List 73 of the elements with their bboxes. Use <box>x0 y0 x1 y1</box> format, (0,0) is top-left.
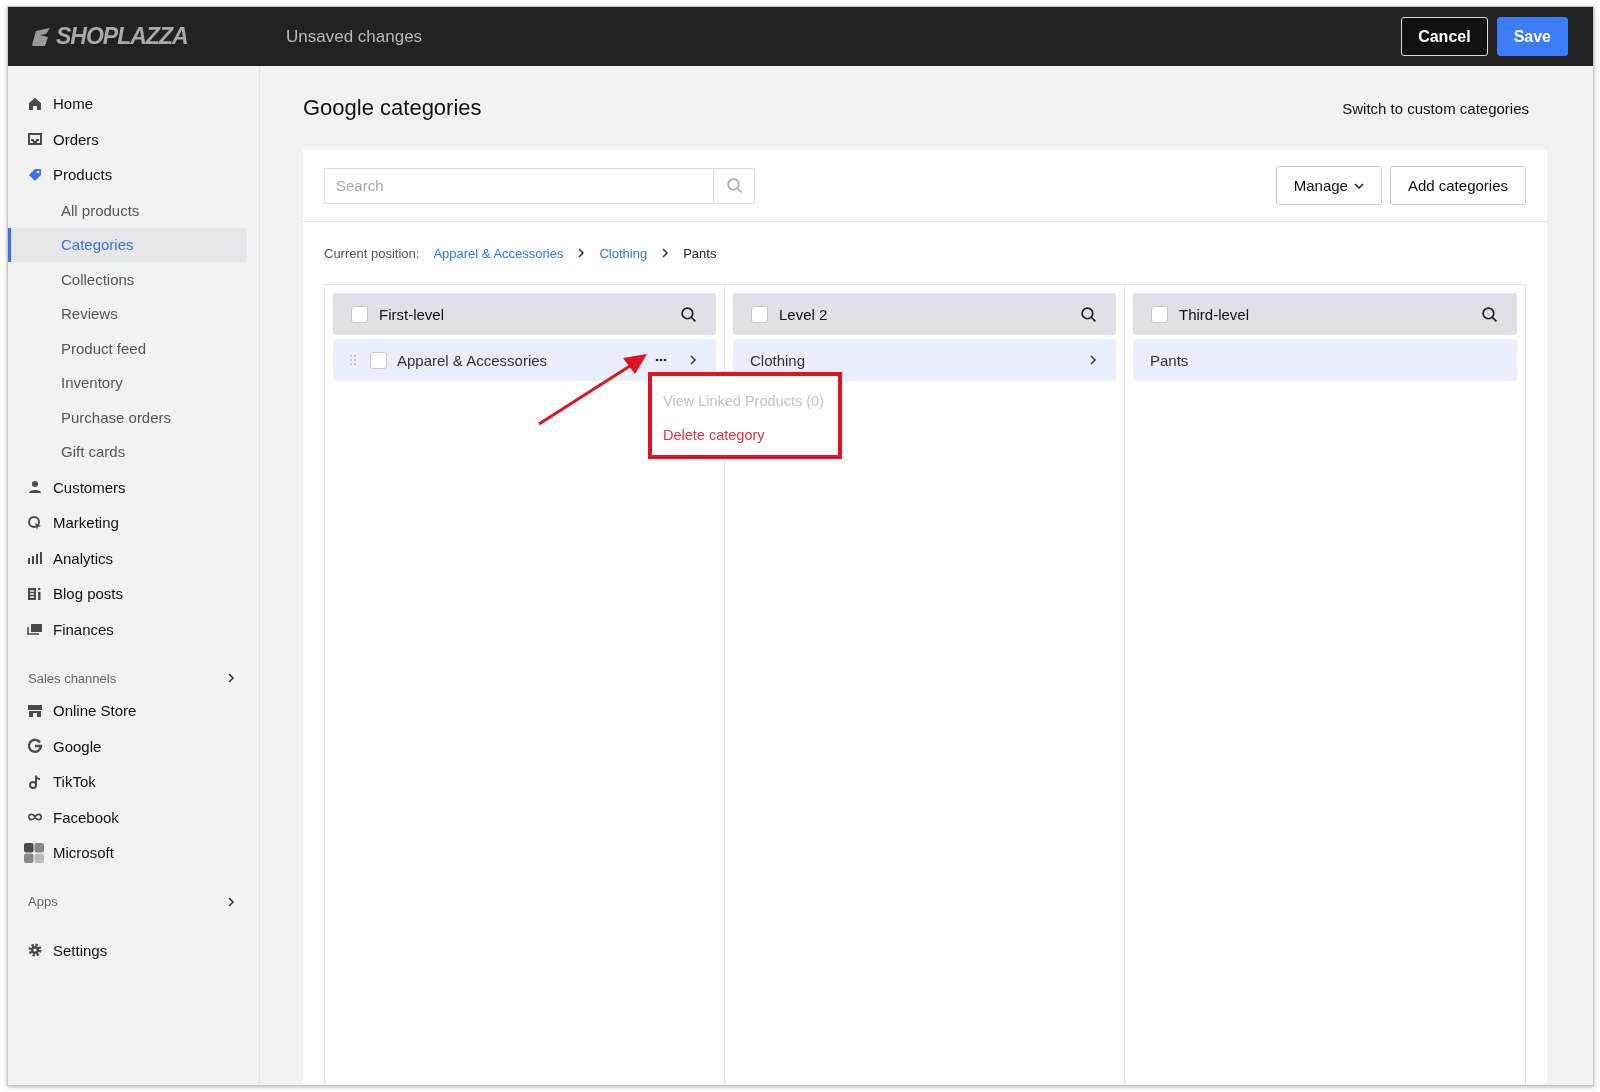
document-icon <box>27 585 43 602</box>
menu-item[interactable]: Delete category <box>652 418 838 452</box>
person-icon <box>27 479 43 496</box>
target-icon <box>27 514 43 531</box>
g-letter-icon <box>27 738 43 755</box>
checkbox[interactable] <box>751 305 768 323</box>
nav-item[interactable]: Google <box>8 728 259 764</box>
nav-item[interactable]: Customers <box>8 469 259 505</box>
nav-item[interactable]: Finances <box>8 611 259 647</box>
section-heading[interactable]: Apps <box>8 886 259 917</box>
nav-subitem[interactable]: Inventory <box>8 366 247 400</box>
save-button[interactable]: Save <box>1496 17 1568 56</box>
logo-wordmark: SHOPLAZZA <box>56 23 188 50</box>
windows-grid-icon <box>24 842 44 863</box>
search-field[interactable]: Search <box>324 167 714 204</box>
nav-subitem[interactable]: Categories <box>8 228 247 262</box>
wallet-icon <box>27 621 43 638</box>
section-heading[interactable]: Sales channels <box>8 663 259 693</box>
column-header: Third-level <box>1133 293 1517 335</box>
inbox-icon <box>27 131 43 148</box>
music-note-icon <box>27 773 43 790</box>
nav-subitem[interactable]: Collections <box>8 262 247 296</box>
category-row[interactable]: Pants <box>1133 339 1517 381</box>
chevron-right-icon <box>227 672 235 684</box>
category-row[interactable]: Apparel & Accessories <box>333 339 716 381</box>
chevron-right-icon <box>227 895 235 908</box>
nav-item[interactable]: Analytics <box>8 540 259 576</box>
search-button[interactable] <box>714 167 755 204</box>
add-categories-button[interactable]: Add categories <box>1389 166 1526 205</box>
breadcrumb-separator-icon <box>577 247 586 259</box>
nav-item[interactable]: Microsoft <box>8 835 259 871</box>
column-header: First-level <box>333 293 716 335</box>
nav-item[interactable]: Online Store <box>8 693 259 729</box>
nav-item[interactable]: Marketing <box>8 505 259 541</box>
chevron-right-icon <box>689 354 697 366</box>
bar-chart-icon <box>27 550 43 567</box>
checkbox[interactable] <box>351 305 368 323</box>
breadcrumb-link[interactable]: Clothing <box>599 245 648 261</box>
search-icon[interactable] <box>1481 305 1498 323</box>
chevron-right-icon <box>1089 354 1097 366</box>
nav-subitem[interactable]: Purchase orders <box>8 400 247 434</box>
breadcrumb-label: Current position: <box>324 245 420 261</box>
column-header: Level 2 <box>733 293 1116 335</box>
search-icon[interactable] <box>680 305 697 323</box>
breadcrumb-current: Pants <box>683 245 717 261</box>
search-icon[interactable] <box>1080 305 1097 323</box>
nav-subitem[interactable]: All products <box>8 193 247 227</box>
drag-handle-icon[interactable] <box>350 355 356 365</box>
more-options-icon[interactable] <box>655 358 667 362</box>
breadcrumb-separator-icon <box>661 247 670 259</box>
nav-item[interactable]: Home <box>8 86 259 122</box>
settings-icon <box>27 942 43 959</box>
page-title: Google categories <box>303 95 482 121</box>
nav-subitem[interactable]: Gift cards <box>8 435 247 469</box>
nav-item[interactable]: Products <box>8 157 259 193</box>
nav-subitem[interactable]: Product feed <box>8 331 247 365</box>
cancel-button[interactable]: Cancel <box>1401 17 1488 56</box>
checkbox[interactable] <box>370 351 387 369</box>
storefront-icon <box>27 702 43 719</box>
category-row[interactable]: Clothing <box>733 339 1116 381</box>
breadcrumb-link[interactable]: Apparel & Accessories <box>433 245 564 261</box>
nav-item[interactable]: Blog posts <box>8 576 259 612</box>
nav-item[interactable]: Orders <box>8 121 259 157</box>
unsaved-status: Unsaved changes <box>286 26 423 47</box>
chevron-down-icon <box>1353 182 1364 189</box>
checkbox[interactable] <box>1151 305 1168 323</box>
switch-link[interactable]: Switch to custom categories <box>1342 99 1547 117</box>
nav-item[interactable]: Facebook <box>8 799 259 835</box>
nav-subitem[interactable]: Reviews <box>8 297 247 331</box>
manage-dropdown[interactable]: Manage <box>1275 166 1382 205</box>
home-icon <box>27 95 43 112</box>
nav-item[interactable]: TikTok <box>8 764 259 800</box>
nav-item[interactable]: Settings <box>8 932 259 968</box>
